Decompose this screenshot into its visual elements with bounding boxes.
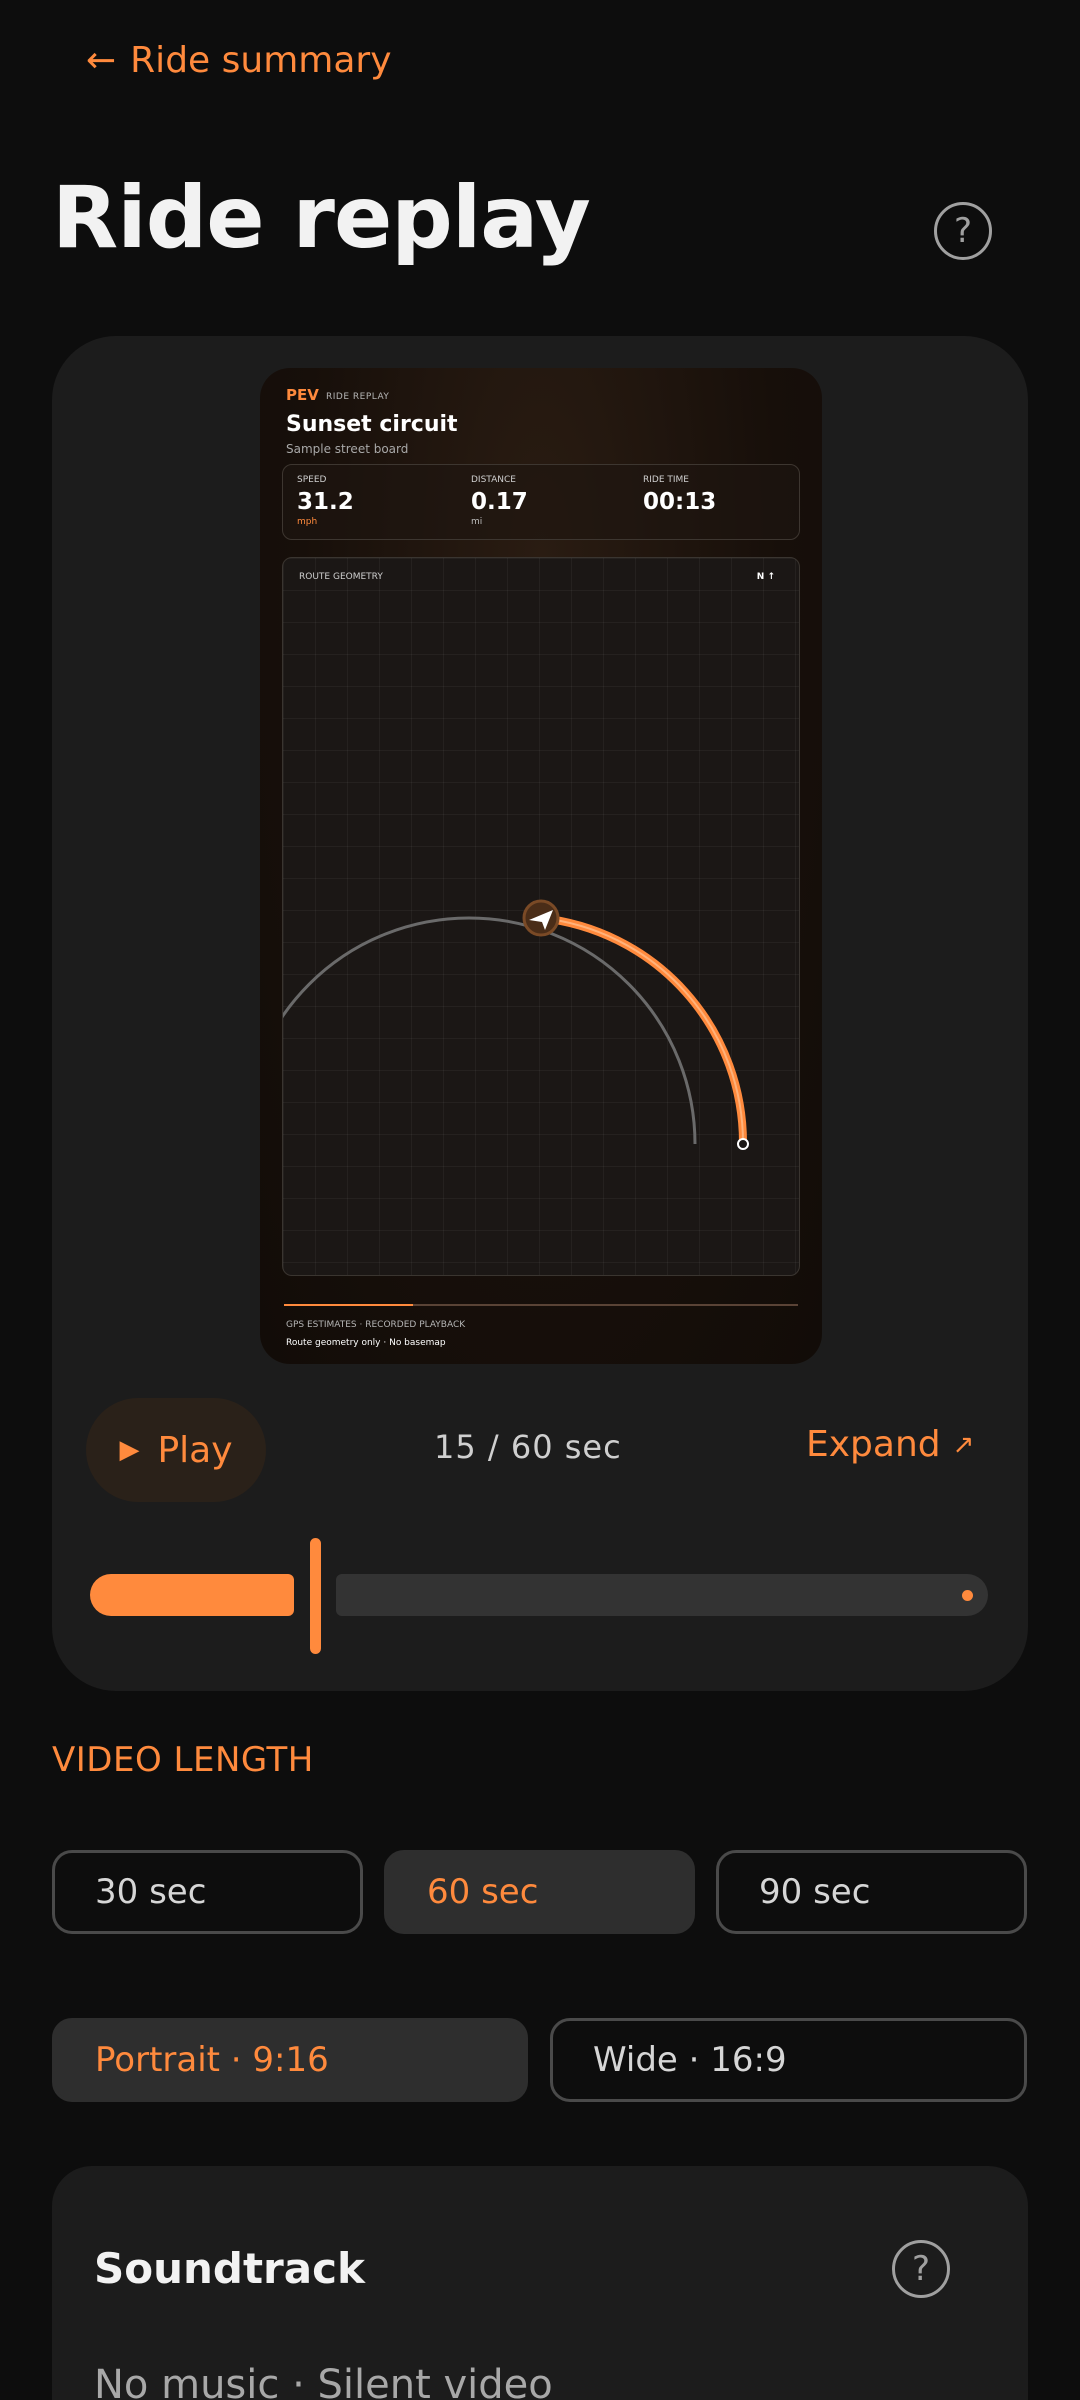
preview-progress-fill [284, 1304, 413, 1306]
scrubber-handle[interactable] [310, 1538, 321, 1654]
chip-label: Portrait · 9:16 [95, 2040, 329, 2080]
expand-label: Expand [806, 1424, 941, 1465]
back-label: Ride summary [130, 40, 392, 81]
stat-value: 31.2 [297, 489, 354, 515]
route-svg [283, 899, 749, 1275]
stat-label: RIDE TIME [643, 475, 689, 485]
stat-value: 00:13 [643, 489, 717, 515]
preview-progress [284, 1304, 798, 1306]
stat-speed: SPEED 31.2 mph [297, 475, 354, 527]
stat-value: 0.17 [471, 489, 528, 515]
soundtrack-title: Soundtrack [94, 2244, 365, 2293]
stat-ride-time: RIDE TIME 00:13 [643, 475, 716, 515]
length-option-30[interactable]: 30 sec [52, 1850, 363, 1934]
expand-button[interactable]: Expand ↗ [806, 1424, 974, 1465]
replay-preview: PEV RIDE REPLAY Sunset circuit Sample st… [260, 368, 822, 1364]
preview-footer-geometry: Route geometry only · No basemap [286, 1338, 446, 1348]
route-start-marker [737, 1138, 749, 1150]
video-length-label: VIDEO LENGTH [52, 1740, 314, 1780]
play-label: Play [157, 1429, 233, 1471]
expand-arrow-icon: ↗ [952, 1429, 975, 1460]
time-readout: 15 / 60 sec [434, 1428, 622, 1466]
stat-unit: mph [297, 517, 318, 527]
scrubber-played[interactable] [90, 1574, 294, 1616]
stat-label: DISTANCE [471, 475, 516, 485]
scrubber-track[interactable] [336, 1574, 988, 1616]
aspect-option-wide[interactable]: Wide · 16:9 [550, 2018, 1027, 2102]
help-button[interactable]: ? [934, 202, 992, 260]
preview-subtitle: Sample street board [286, 442, 409, 456]
question-icon: ? [953, 211, 973, 251]
stat-distance: DISTANCE 0.17 mi [471, 475, 528, 527]
route-path-remaining [283, 916, 697, 1275]
preview-tag: RIDE REPLAY [326, 392, 390, 402]
stat-unit: mi [471, 517, 483, 527]
back-arrow-icon: ← [86, 40, 117, 81]
back-link[interactable]: ← Ride summary [86, 40, 392, 81]
scrubber-end-dot [962, 1590, 973, 1601]
soundtrack-help-button[interactable]: ? [892, 2240, 950, 2298]
chip-label: 90 sec [759, 1872, 871, 1912]
chip-label: 60 sec [427, 1872, 539, 1912]
soundtrack-value[interactable]: No music · Silent video [94, 2362, 553, 2400]
stats-panel: SPEED 31.2 mph DISTANCE 0.17 mi RIDE TIM… [282, 464, 800, 540]
page-title: Ride replay [52, 168, 591, 268]
length-option-90[interactable]: 90 sec [716, 1850, 1027, 1934]
preview-title: Sunset circuit [286, 412, 458, 437]
aspect-option-portrait[interactable]: Portrait · 9:16 [52, 2018, 528, 2102]
length-option-60[interactable]: 60 sec [384, 1850, 695, 1934]
chip-label: Wide · 16:9 [593, 2040, 787, 2080]
stat-label: SPEED [297, 475, 327, 485]
question-icon: ? [911, 2249, 931, 2289]
play-button[interactable]: ▶ Play [86, 1398, 266, 1502]
preview-footer-estimates: GPS ESTIMATES · RECORDED PLAYBACK [286, 1320, 466, 1330]
preview-brand: PEV [286, 386, 319, 404]
route-map: ROUTE GEOMETRY N ↑ [282, 557, 800, 1276]
play-icon: ▶ [119, 1435, 140, 1465]
chip-label: 30 sec [95, 1872, 207, 1912]
